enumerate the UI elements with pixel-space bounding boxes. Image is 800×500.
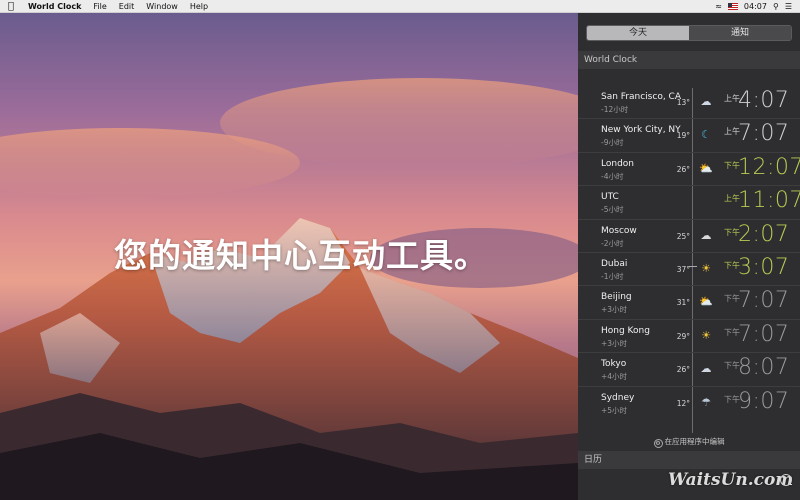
city-name: San Francisco, CA bbox=[601, 92, 681, 102]
city-row: Tokyo +4小时 26° ☁ 下午 8:07 bbox=[578, 353, 800, 387]
city-time: 9:07 bbox=[738, 388, 790, 414]
world-clock-widget-header: World Clock bbox=[578, 51, 800, 69]
city-time: 7:07 bbox=[738, 288, 790, 314]
edit-in-app-link[interactable]: ⚙ 在应用程序中编辑 bbox=[578, 436, 800, 448]
city-temperature: 12° bbox=[676, 398, 690, 408]
city-offset: -5小时 bbox=[601, 205, 624, 215]
city-temperature: 29° bbox=[676, 331, 690, 341]
city-name: UTC bbox=[601, 192, 619, 203]
city-offset: +5小时 bbox=[601, 405, 628, 415]
city-row: Sydney +5小时 12° ☂ 下午 9:07 bbox=[578, 387, 800, 420]
headline-text: 您的通知中心互动工具。 bbox=[114, 236, 488, 275]
edit-in-app-label: 在应用程序中编辑 bbox=[664, 437, 725, 446]
city-name: Tokyo bbox=[601, 359, 627, 370]
sun-icon: ☀ bbox=[701, 328, 711, 342]
menu-help[interactable]: Help bbox=[184, 0, 214, 13]
rain-cloud-icon: ☂ bbox=[701, 395, 711, 409]
apple-icon[interactable]:  bbox=[0, 1, 22, 12]
status-area: ≈ 04:07 ⚲ ☰ bbox=[715, 0, 800, 13]
cloud-icon: ☁ bbox=[700, 228, 712, 242]
city-list: San Francisco, CA -12小时 13° ☁ 上午 4:07 New York… bbox=[578, 86, 800, 420]
tab-today[interactable]: 今天 bbox=[587, 26, 689, 40]
city-offset: -9小时 bbox=[601, 138, 624, 148]
city-time: 2:07 bbox=[738, 221, 790, 247]
menu-edit[interactable]: Edit bbox=[113, 0, 141, 13]
city-time: 12:07 bbox=[738, 154, 800, 180]
city-offset: +4小时 bbox=[601, 372, 628, 382]
city-temperature: 37° bbox=[676, 264, 690, 274]
partly-cloudy-night-icon: ☁ bbox=[700, 95, 712, 108]
city-time: 7:07 bbox=[738, 121, 790, 147]
wifi-icon[interactable]: ≈ bbox=[715, 0, 722, 13]
desktop-wallpaper: 您的通知中心互动工具。 bbox=[0, 13, 578, 500]
settings-circle-icon[interactable] bbox=[780, 474, 792, 486]
city-row: Moscow -2小时 25° ☁ 下午 2:07 bbox=[578, 220, 800, 253]
city-row: London -4小时 26° ⛅ 下午 12:07 bbox=[578, 153, 800, 187]
city-time: 11:07 bbox=[738, 188, 800, 214]
menu-window[interactable]: Window bbox=[140, 0, 184, 13]
calendar-widget-header: 日历 bbox=[578, 451, 800, 469]
input-source-flag-icon[interactable] bbox=[727, 2, 738, 10]
city-name: Hong Kong bbox=[601, 325, 650, 336]
city-offset: -12小时 bbox=[601, 105, 629, 114]
city-time: 8:07 bbox=[738, 355, 790, 381]
city-offset: +3小时 bbox=[601, 338, 628, 348]
city-temperature: 26° bbox=[676, 365, 690, 375]
city-name: Beijing bbox=[601, 292, 632, 303]
partly-cloudy-day-icon: ⛅ bbox=[699, 295, 713, 309]
sun-icon: ☀ bbox=[701, 261, 711, 275]
city-offset: -2小时 bbox=[601, 238, 624, 248]
city-row: San Francisco, CA -12小时 13° ☁ 上午 4:07 bbox=[578, 86, 800, 120]
partly-cloudy-day-icon: ⛅ bbox=[699, 161, 713, 175]
city-offset: +3小时 bbox=[601, 305, 628, 315]
partly-cloudy-night-icon: ☁ bbox=[700, 362, 712, 376]
city-row: Hong Kong +3小时 29° ☀ 下午 7:07 bbox=[578, 320, 800, 354]
city-time: 7:07 bbox=[738, 321, 790, 347]
notification-center-icon[interactable]: ☰ bbox=[785, 0, 792, 13]
watermark-text: WaitsUn.com bbox=[668, 470, 794, 490]
city-row: Beijing +3小时 31° ⛅ 下午 7:07 bbox=[578, 286, 800, 320]
city-temperature: 13° bbox=[676, 98, 690, 107]
city-row: UTC -5小时 上午 11:07 bbox=[578, 186, 800, 220]
menu-bar:  World Clock File Edit Window Help ≈ 04… bbox=[0, 0, 800, 13]
city-name: London bbox=[601, 158, 634, 169]
city-name: Moscow bbox=[601, 225, 637, 236]
city-time: 4:07 bbox=[738, 88, 790, 113]
tab-notifications[interactable]: 通知 bbox=[689, 26, 791, 40]
city-offset: -4小时 bbox=[601, 171, 624, 181]
gear-icon: ⚙ bbox=[653, 439, 663, 448]
city-name: Sydney bbox=[601, 392, 635, 403]
menu-app-name[interactable]: World Clock bbox=[22, 0, 87, 13]
menu-file[interactable]: File bbox=[87, 0, 112, 13]
city-temperature: 19° bbox=[676, 131, 690, 141]
menubar-clock[interactable]: 04:07 bbox=[744, 0, 767, 13]
moon-icon: ☾ bbox=[701, 128, 711, 142]
spotlight-search-icon[interactable]: ⚲ bbox=[773, 0, 779, 13]
city-temperature: 25° bbox=[676, 231, 690, 241]
city-offset: -1小时 bbox=[601, 271, 624, 281]
city-temperature: 26° bbox=[676, 164, 690, 174]
nc-tab-control: 今天 通知 bbox=[586, 25, 792, 41]
city-row: Dubai -1小时 37° ☀ 下午 3:07 bbox=[578, 253, 800, 287]
city-name: New York City, NY bbox=[601, 125, 681, 136]
city-name: Dubai bbox=[601, 258, 628, 269]
city-time: 3:07 bbox=[738, 254, 790, 280]
city-temperature: 31° bbox=[676, 298, 690, 308]
notification-center-panel: 今天 通知 World Clock San Francisco, CA -12小时… bbox=[578, 13, 800, 500]
city-row: New York City, NY -9小时 19° ☾ 上午 7:07 bbox=[578, 119, 800, 153]
